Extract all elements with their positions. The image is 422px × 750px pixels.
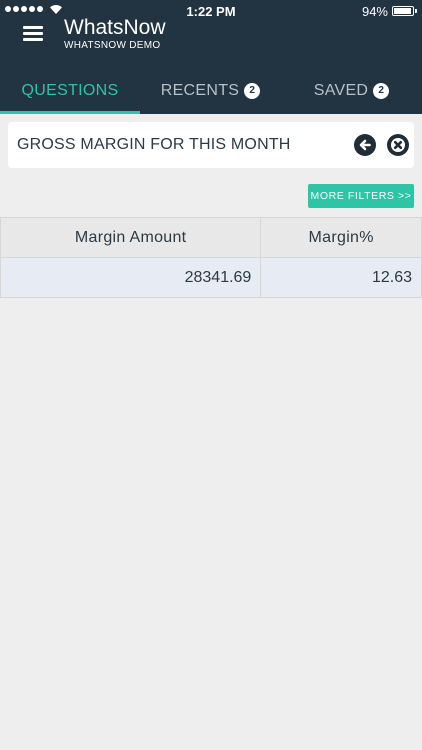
margin-amount-cell: 28341.69 — [0, 257, 262, 298]
table-row: 28341.69 12.63 — [0, 257, 422, 298]
battery-icon — [392, 6, 417, 16]
saved-count-badge: 2 — [373, 83, 390, 99]
tab-questions-label: QUESTIONS — [21, 82, 119, 99]
margin-percent-cell: 12.63 — [260, 257, 422, 298]
battery-percentage: 94% — [361, 4, 388, 19]
app-subtitle: WHATSNOW DEMO — [64, 40, 161, 51]
query-box[interactable]: GROSS MARGIN FOR THIS MONTH — [8, 122, 414, 168]
tab-bar: QUESTIONS RECENTS 2 SAVED 2 — [0, 68, 422, 114]
tab-questions[interactable]: QUESTIONS — [0, 68, 140, 114]
more-filters-button[interactable]: MORE FILTERS >> — [308, 184, 414, 208]
tab-saved-label: SAVED — [313, 82, 369, 99]
hamburger-menu-icon[interactable] — [23, 26, 43, 42]
table-header-row: Margin Amount Margin% — [0, 217, 422, 258]
app-title: WhatsNow — [64, 16, 166, 39]
query-text: GROSS MARGIN FOR THIS MONTH — [17, 136, 291, 153]
back-arrow-icon[interactable] — [354, 134, 376, 156]
active-tab-indicator — [0, 111, 140, 114]
tab-saved[interactable]: SAVED 2 — [281, 68, 422, 114]
app-header: 1:22 PM 94% WhatsNow WHATSNOW DEMO QUEST… — [0, 0, 422, 114]
recents-count-badge: 2 — [244, 83, 261, 99]
clear-icon[interactable] — [387, 134, 409, 156]
column-header-margin-percent[interactable]: Margin% — [260, 217, 422, 258]
tab-recents[interactable]: RECENTS 2 — [140, 68, 281, 114]
tab-recents-label: RECENTS — [160, 82, 240, 99]
column-header-margin-amount[interactable]: Margin Amount — [0, 217, 262, 258]
results-table: Margin Amount Margin% 28341.69 12.63 — [0, 217, 422, 298]
